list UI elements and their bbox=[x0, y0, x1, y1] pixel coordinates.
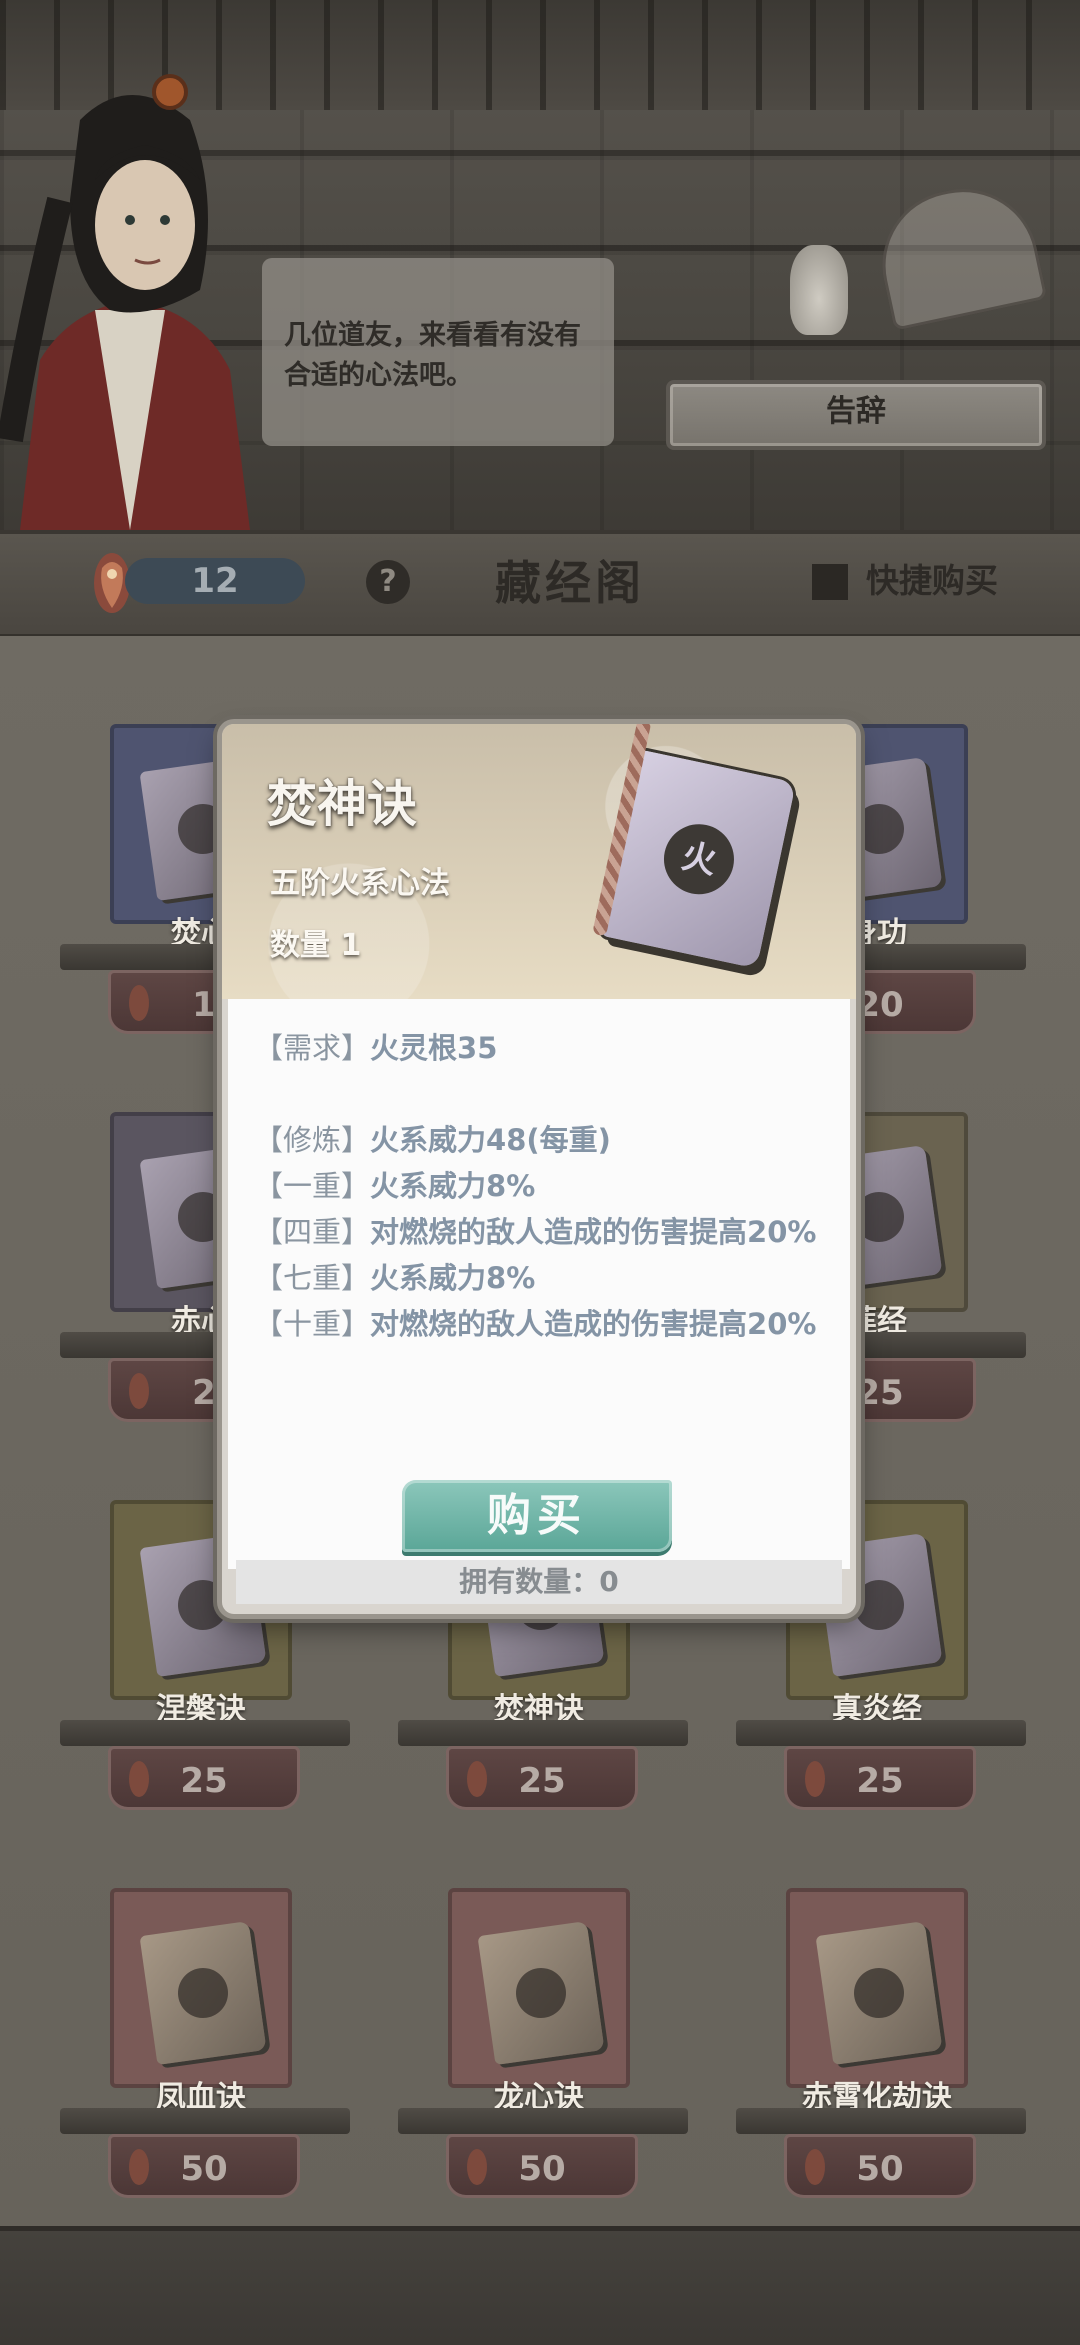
skill-detail-modal: 焚神诀 五阶火系心法 数量 1 火 【需求】火灵根35 【修炼】火系威力48(每… bbox=[222, 724, 856, 1614]
item-price: 20 bbox=[856, 985, 904, 1025]
desc-line: 【修炼】火系威力48(每重) bbox=[254, 1123, 611, 1157]
item-price: 25 bbox=[856, 1761, 904, 1801]
shelf-tray bbox=[60, 2108, 350, 2134]
fan-decoration bbox=[868, 175, 1048, 331]
currency-counter: 12 bbox=[125, 558, 305, 604]
currency-icon bbox=[805, 1761, 825, 1797]
currency-icon bbox=[467, 2149, 487, 2185]
book-icon bbox=[139, 1920, 267, 2066]
currency-icon bbox=[129, 2149, 149, 2185]
help-button[interactable]: ? bbox=[366, 560, 410, 604]
shelf-tray bbox=[398, 2108, 688, 2134]
quick-buy-label[interactable]: 快捷购买 bbox=[866, 556, 998, 606]
skill-quantity: 数量 1 bbox=[270, 928, 362, 963]
item-price: 25 bbox=[518, 1761, 566, 1801]
farewell-button[interactable]: 告辞 bbox=[666, 380, 1046, 450]
book-icon bbox=[815, 1920, 943, 2066]
item-price: 50 bbox=[518, 2149, 566, 2189]
shop-item[interactable]: 赤霄化劫诀 50 bbox=[736, 1888, 1046, 2218]
bottom-frame bbox=[0, 2226, 1080, 2345]
owned-quantity: 拥有数量：0 bbox=[236, 1560, 842, 1604]
modal-header: 焚神诀 五阶火系心法 数量 1 火 bbox=[222, 724, 856, 999]
desc-line bbox=[254, 1071, 824, 1117]
price-tag: 25 bbox=[108, 1746, 300, 1810]
price-tag: 25 bbox=[784, 1746, 976, 1810]
shelf-tray bbox=[60, 1720, 350, 1746]
shop-background-scene: 几位道友，来看看有没有合适的心法吧。 告辞 bbox=[0, 0, 1080, 540]
vase-decoration bbox=[790, 245, 848, 335]
shelf-tray bbox=[398, 1720, 688, 1746]
currency-icon bbox=[129, 985, 149, 1021]
price-tag: 50 bbox=[784, 2134, 976, 2198]
skill-name: 焚神诀 bbox=[267, 774, 417, 833]
book-icon bbox=[477, 1920, 605, 2066]
currency-icon bbox=[129, 1373, 149, 1409]
price-tag: 50 bbox=[446, 2134, 638, 2198]
fire-manual-book-icon: 火 bbox=[592, 724, 797, 969]
item-price: 50 bbox=[856, 2149, 904, 2189]
shelf-tray bbox=[736, 1720, 1026, 1746]
quick-buy-checkbox[interactable] bbox=[812, 564, 848, 600]
price-tag: 25 bbox=[446, 1746, 638, 1810]
fire-seal-icon: 火 bbox=[657, 817, 741, 901]
item-price: 25 bbox=[856, 1373, 904, 1413]
currency-icon bbox=[129, 1761, 149, 1797]
price-tag: 50 bbox=[108, 2134, 300, 2198]
shop-item[interactable]: 龙心诀 50 bbox=[398, 1888, 708, 2218]
npc-speech-bubble: 几位道友，来看看有没有合适的心法吧。 bbox=[262, 258, 614, 446]
desc-line: 【需求】火灵根35 bbox=[254, 1031, 498, 1065]
buy-button[interactable]: 购买 bbox=[402, 1480, 672, 1552]
currency-icon bbox=[805, 2149, 825, 2185]
currency-icon bbox=[467, 1761, 487, 1797]
page-title: 藏经阁 bbox=[495, 556, 645, 610]
desc-line: 【一重】火系威力8% bbox=[254, 1169, 536, 1203]
skill-type: 五阶火系心法 bbox=[270, 866, 450, 901]
desc-line: 【十重】对燃烧的敌人造成的伤害提高20% bbox=[254, 1307, 817, 1341]
item-price: 50 bbox=[180, 2149, 228, 2189]
npc-character-portrait bbox=[0, 74, 250, 530]
item-price: 1 bbox=[192, 985, 216, 1025]
shop-item[interactable]: 凤血诀 50 bbox=[60, 1888, 370, 2218]
item-price: 2 bbox=[192, 1373, 216, 1413]
skill-description: 【需求】火灵根35 【修炼】火系威力48(每重) 【一重】火系威力8% 【四重】… bbox=[254, 1025, 824, 1347]
shelf-tray bbox=[736, 2108, 1026, 2134]
desc-line: 【七重】火系威力8% bbox=[254, 1261, 536, 1295]
book-cord bbox=[592, 724, 652, 937]
desc-line: 【四重】对燃烧的敌人造成的伤害提高20% bbox=[254, 1215, 817, 1249]
item-price: 25 bbox=[180, 1761, 228, 1801]
